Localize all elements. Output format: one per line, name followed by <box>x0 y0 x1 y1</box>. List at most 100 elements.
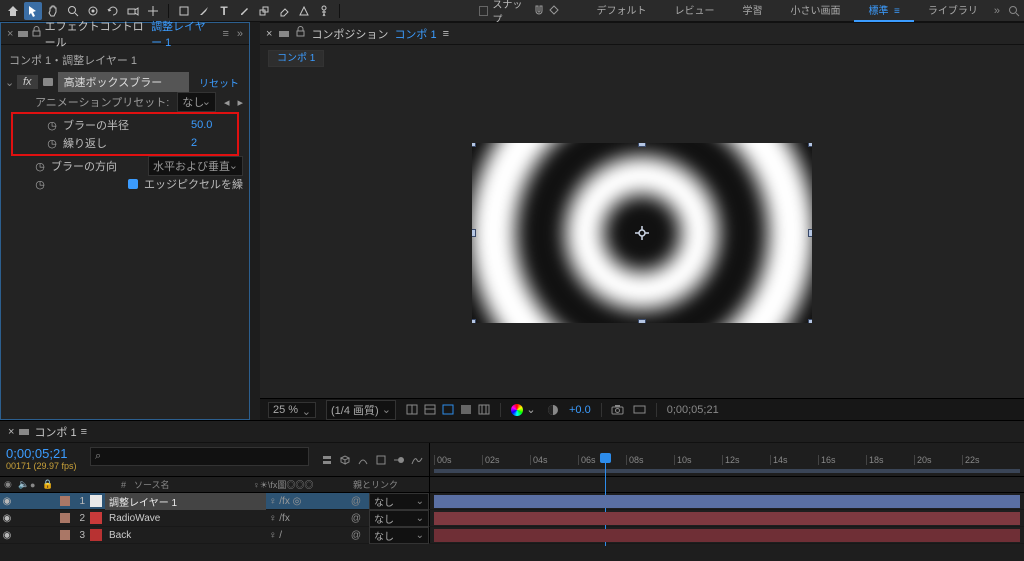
lock-icon[interactable] <box>296 27 305 40</box>
comp-canvas[interactable] <box>472 143 812 323</box>
layer-duration-bar[interactable] <box>434 512 1020 525</box>
transform-handle[interactable] <box>638 143 646 147</box>
prop-value[interactable]: 2 <box>191 137 231 149</box>
draft3d-icon[interactable] <box>339 454 351 466</box>
exposure-value[interactable]: +0.0 <box>569 404 591 416</box>
parent-dropdown[interactable]: なし⌄ <box>369 527 429 544</box>
fast-preview-icon[interactable] <box>406 404 418 416</box>
fx-badge[interactable]: fx <box>17 75 38 89</box>
reset-link[interactable]: リセット <box>193 75 245 90</box>
timeline-timecode[interactable]: 0;00;05;21 00171 (29.97 fps) <box>0 443 90 476</box>
workspace-tab-active[interactable]: 標準 ≡ <box>854 0 913 22</box>
layer-duration-bar[interactable] <box>434 495 1020 508</box>
resolution-dropdown[interactable]: (1/4 画質)⌄ <box>326 400 396 420</box>
effect-name[interactable]: 高速ボックスブラー <box>58 72 189 92</box>
parent-pickwhip-icon[interactable]: @ <box>346 530 366 541</box>
layer-color-tag[interactable] <box>60 496 70 506</box>
parent-pickwhip-icon[interactable]: @ <box>346 496 366 507</box>
close-icon[interactable]: × <box>266 28 272 40</box>
roi-icon[interactable] <box>460 404 472 416</box>
parent-dropdown[interactable]: なし⌄ <box>369 510 429 527</box>
clone-tool-icon[interactable] <box>255 2 273 20</box>
layer-color-tag[interactable] <box>60 513 70 523</box>
transparency-grid-icon[interactable] <box>424 404 436 416</box>
comp-viewer[interactable] <box>260 68 1024 398</box>
selection-tool-icon[interactable] <box>24 2 42 20</box>
visibility-toggle[interactable]: ◉ <box>0 513 14 524</box>
roto-tool-icon[interactable] <box>295 2 313 20</box>
composition-tab[interactable]: × コンポジション コンポ 1 ≡ <box>260 23 1024 45</box>
effect-header-row[interactable]: ⌄ fx 高速ボックスブラー リセット <box>1 71 249 93</box>
preview-timecode[interactable]: 0;00;05;21 <box>667 404 719 416</box>
transform-handle[interactable] <box>808 319 812 323</box>
prop-value[interactable]: 50.0 <box>191 119 231 131</box>
graph-editor-icon[interactable] <box>411 454 423 466</box>
parent-dropdown[interactable]: なし⌄ <box>369 493 429 510</box>
workspace-tab[interactable]: デフォルト <box>582 0 660 22</box>
panel-menu-icon[interactable]: ≡ <box>222 28 228 40</box>
zoom-dropdown[interactable]: 25 %⌄ <box>268 402 316 418</box>
stopwatch-icon[interactable]: ◷ <box>35 160 45 173</box>
snapshot-icon[interactable] <box>612 404 624 416</box>
layer-name[interactable]: RadioWave <box>105 513 266 524</box>
transform-handle[interactable] <box>472 319 476 323</box>
mask-toggle-icon[interactable] <box>442 404 454 416</box>
puppet-tool-icon[interactable] <box>315 2 333 20</box>
text-tool-icon[interactable]: T <box>215 2 233 20</box>
layer-row[interactable]: ◉ 2 RadioWave ♀ /fx @ なし⌄ <box>0 510 1024 527</box>
layer-switches[interactable]: ♀ /fx <box>269 513 343 524</box>
preset-next-icon[interactable]: ▸ <box>237 96 243 109</box>
lock-icon[interactable] <box>32 27 41 40</box>
transform-handle[interactable] <box>472 143 476 147</box>
layer-switches[interactable]: ♀ / <box>269 530 343 541</box>
layer-name[interactable]: 調整レイヤー 1 <box>105 493 266 510</box>
stopwatch-icon[interactable]: ◷ <box>35 178 45 191</box>
timeline-search-input[interactable]: ⌕ <box>90 447 309 466</box>
layer-switches[interactable]: ♀ /fx ◎ <box>269 496 343 507</box>
search-icon[interactable] <box>1008 5 1020 17</box>
shy-icon[interactable] <box>357 454 369 466</box>
checkbox-checked-icon[interactable] <box>128 179 138 189</box>
workspace-tab[interactable]: 小さい画面 <box>776 0 854 22</box>
workspace-tab[interactable]: レビュー <box>660 0 728 22</box>
home-icon[interactable] <box>4 2 22 20</box>
layer-color-tag[interactable] <box>60 530 70 540</box>
anchor-point-icon[interactable] <box>635 226 649 240</box>
effect-controls-tab[interactable]: × エフェクトコントロール 調整レイヤー 1 ≡ » <box>1 23 249 45</box>
frame-blend-icon[interactable] <box>375 454 387 466</box>
preset-dropdown[interactable]: なし⌄ <box>177 92 216 112</box>
transform-handle[interactable] <box>638 319 646 323</box>
panel-menu-icon[interactable]: ≡ <box>81 426 87 438</box>
close-icon[interactable]: × <box>7 28 13 40</box>
preset-prev-icon[interactable]: ◂ <box>224 96 230 109</box>
stopwatch-icon[interactable]: ◷ <box>47 119 57 132</box>
visibility-toggle[interactable]: ◉ <box>0 530 14 541</box>
workspace-overflow-icon[interactable]: » <box>994 5 1000 17</box>
close-icon[interactable]: × <box>8 426 14 438</box>
layer-name[interactable]: Back <box>105 530 266 541</box>
channel-display[interactable]: ⌄ <box>511 404 537 416</box>
layer-duration-bar[interactable] <box>434 529 1020 542</box>
exposure-icon[interactable] <box>547 404 559 416</box>
transform-handle[interactable] <box>472 229 476 237</box>
snap-contact-icon[interactable] <box>549 5 560 17</box>
workspace-tab[interactable]: ライブラリ <box>914 0 992 22</box>
panel-menu-icon[interactable]: ≡ <box>443 28 449 40</box>
layer-row[interactable]: ◉ 3 Back ♀ / @ なし⌄ <box>0 527 1024 544</box>
snap-magnet-icon[interactable] <box>534 5 545 17</box>
grid-icon[interactable] <box>478 404 490 416</box>
eraser-tool-icon[interactable] <box>275 2 293 20</box>
transform-handle[interactable] <box>808 143 812 147</box>
twirl-icon[interactable]: ⌄ <box>5 76 13 89</box>
stopwatch-icon[interactable]: ◷ <box>47 137 57 150</box>
show-snapshot-icon[interactable] <box>634 404 646 416</box>
preset-icon[interactable] <box>42 76 54 88</box>
layer-row[interactable]: ◉ 1 調整レイヤー 1 ♀ /fx ◎ @ なし⌄ <box>0 493 1024 510</box>
brush-tool-icon[interactable] <box>235 2 253 20</box>
visibility-toggle[interactable]: ◉ <box>0 496 14 507</box>
dir-dropdown[interactable]: 水平および垂直⌄ <box>148 156 243 176</box>
work-area-bar[interactable] <box>434 469 1020 473</box>
workspace-tab[interactable]: 学習 <box>728 0 776 22</box>
parent-pickwhip-icon[interactable]: @ <box>346 513 366 524</box>
comp-mini-flow-icon[interactable] <box>321 454 333 466</box>
